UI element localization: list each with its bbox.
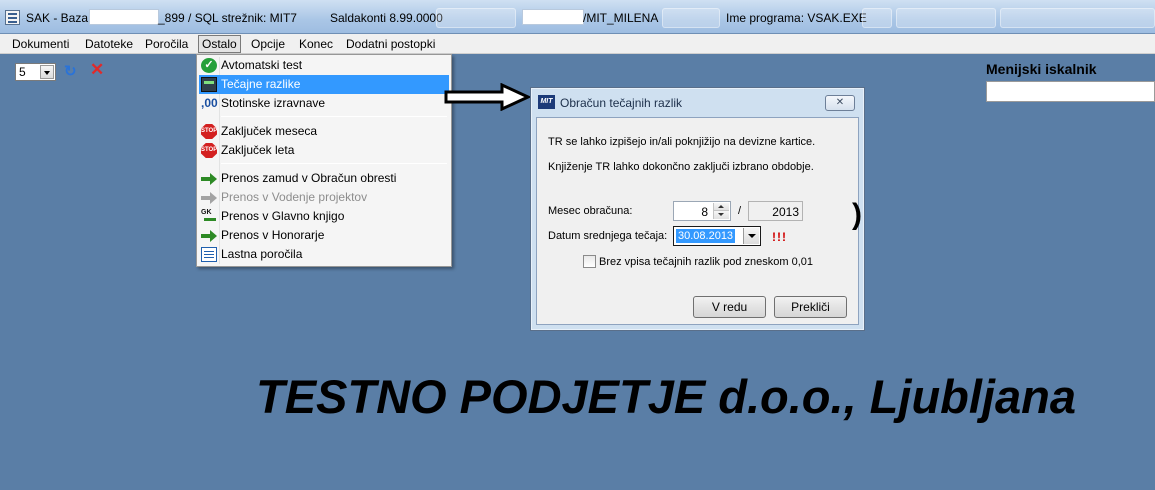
menu-opcije[interactable]: Opcije [248,35,288,53]
month-year-separator: / [738,205,742,217]
ok-button[interactable]: V redu [693,296,766,318]
redacted-user-name [522,9,584,25]
menu-item-prenos-vodenje-projektov: Prenos v Vodenje projektov [199,188,449,207]
exchange-rate-dialog: MIT Obračun tečajnih razlik ✕ TR se lahk… [530,87,865,331]
list-icon [201,247,217,262]
ostalo-dropdown-menu: ✓ Avtomatski test Tečajne razlike ,00 St… [196,54,452,267]
annotation-arrow-icon [444,83,530,111]
arrow-right-icon [201,171,217,186]
date-label: Datum srednjega tečaja: [548,230,668,242]
refresh-icon[interactable]: ↻ [64,62,77,80]
menu-item-label: Prenos zamud v Obračun obresti [221,171,397,185]
menu-dodatni-postopki[interactable]: Dodatni postopki [343,35,438,53]
menu-item-label: Tečajne razlike [221,77,301,91]
calculator-icon [201,77,217,92]
title-prefix: SAK - Baza: [26,11,92,25]
menu-item-label: Avtomatski test [221,58,303,72]
page-size-select[interactable]: 5 [15,63,56,81]
menu-item-zakljucek-meseca[interactable]: STOP Zaključek meseca [199,122,449,141]
cancel-button[interactable]: Prekliči [774,296,847,318]
title-database: _899 / SQL strežnik: MIT7 [158,11,297,25]
arrow-right-icon [201,190,217,205]
menu-item-label: Zaključek leta [221,143,295,157]
menu-item-prenos-honorarje[interactable]: Prenos v Honorarje [199,226,449,245]
cents-icon: ,00 [201,96,218,110]
menu-ostalo[interactable]: Ostalo [198,35,241,53]
app-icon [5,10,20,25]
chevron-down-icon[interactable] [743,228,759,244]
company-name: TESTNO PODJETJE d.o.o., Ljubljana [256,370,1076,423]
menu-item-label: Lastna poročila [221,247,303,261]
menu-search-input[interactable] [986,81,1155,102]
menubar: Dokumenti Datoteke Poročila Ostalo Opcij… [0,34,1155,54]
spinner-buttons[interactable] [713,203,729,219]
menu-item-label: Prenos v Honorarje [221,228,325,242]
menu-item-label: Zaključek meseca [221,124,318,138]
menu-dokumenti[interactable]: Dokumenti [9,35,72,53]
window-titlebar: SAK - Baza: _899 / SQL strežnik: MIT7 Sa… [0,0,1155,34]
background-taskbar-item [436,8,516,28]
background-taskbar-item [1000,8,1155,28]
dialog-title: Obračun tečajnih razlik [560,96,683,110]
spin-down-icon[interactable] [714,211,729,219]
menu-separator [221,116,447,117]
month-value: 8 [701,205,708,219]
background-taskbar-item [896,8,996,28]
arrow-right-icon [201,228,217,243]
menu-item-zakljucek-leta[interactable]: STOP Zaključek leta [199,141,449,160]
month-label: Mesec obračuna: [548,205,633,217]
background-taskbar-item [662,8,720,28]
menu-item-lastna-porocila[interactable]: Lastna poročila [199,245,449,264]
min-amount-checkbox[interactable] [583,255,596,268]
background-taskbar-item [862,8,892,28]
redacted-database-name [89,9,159,25]
spin-up-icon[interactable] [714,203,729,211]
stop-icon: STOP [201,124,217,139]
menu-item-prenos-glavna-knjiga[interactable]: GK Prenos v Glavno knjigo [199,207,449,226]
menu-item-stotinske-izravnave[interactable]: ,00 Stotinske izravnave [199,94,449,113]
year-value: 2013 [772,205,799,219]
menu-item-label: Stotinske izravnave [221,96,326,110]
warning-indicator: !!! [772,230,787,244]
month-spinner[interactable]: 8 [673,201,731,221]
menu-item-label: Prenos v Vodenje projektov [221,190,368,204]
checkbox-label: Brez vpisa tečajnih razlik pod zneskom 0… [599,256,813,268]
title-version: Saldakonti 8.99.0000 [330,11,443,25]
check-icon: ✓ [201,58,217,73]
menu-item-label: Prenos v Glavno knjigo [221,209,345,223]
menu-item-prenos-obracun-obresti[interactable]: Prenos zamud v Obračun obresti [199,169,449,188]
gk-icon: GK [201,209,217,224]
stop-icon: STOP [201,143,217,158]
background-glyph: ) [852,198,862,231]
title-user: /MIT_MILENA [583,11,659,25]
year-field: 2013 [748,201,803,221]
title-program: Ime programa: VSAK.EXE [726,11,867,25]
dialog-body: TR se lahko izpišejo in/ali poknjižijo n… [536,117,859,325]
date-select[interactable]: 30.08.2013 [673,226,761,246]
menu-separator [221,163,447,164]
close-icon[interactable]: ✕ [90,60,104,80]
chevron-down-icon[interactable] [40,65,54,79]
mit-logo-icon: MIT [538,95,555,109]
info-line-1: TR se lahko izpišejo in/ali poknjižijo n… [548,136,816,148]
menu-porocila[interactable]: Poročila [142,35,191,53]
menu-search-label: Menijski iskalnik [986,61,1097,77]
info-line-2: Knjiženje TR lahko dokončno zaključi izb… [548,161,814,173]
menu-datoteke[interactable]: Datoteke [82,35,136,53]
menu-konec[interactable]: Konec [296,35,336,53]
date-value: 30.08.2013 [676,229,736,243]
dialog-titlebar: MIT Obračun tečajnih razlik ✕ [531,88,864,116]
menu-item-avtomatski-test[interactable]: ✓ Avtomatski test [199,56,449,75]
menu-item-tecajne-razlike[interactable]: Tečajne razlike [199,75,449,94]
page-size-value: 5 [19,65,26,79]
dialog-close-button[interactable]: ✕ [825,95,855,111]
